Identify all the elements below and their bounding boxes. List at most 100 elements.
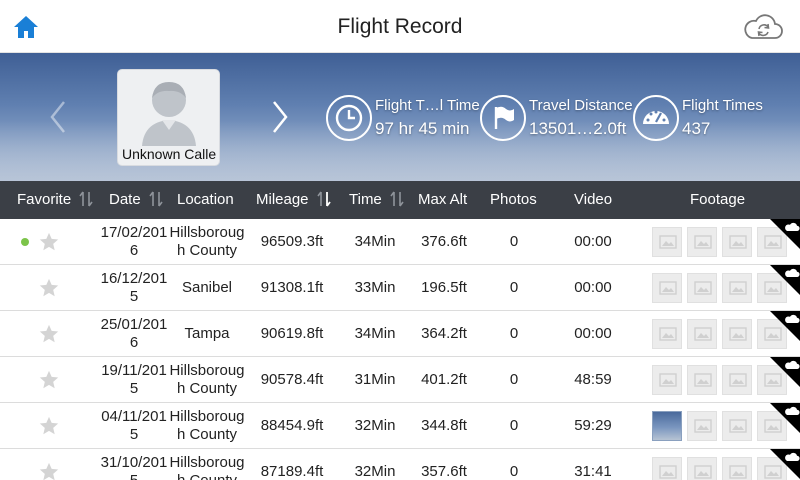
footage-thumbnail[interactable] xyxy=(687,273,717,303)
table-row[interactable]: 16/12/201 5 Sanibel 91308.1ft 33Min 196.… xyxy=(0,265,800,311)
location-line-2: h County xyxy=(176,242,238,259)
photos-cell: 0 xyxy=(509,417,519,434)
sort-descending-icon xyxy=(317,191,331,207)
footage-thumbnail[interactable] xyxy=(652,365,682,395)
table-header: Favorite Date Location Mileage Time Max … xyxy=(0,181,800,219)
footage-thumbnail[interactable] xyxy=(687,365,717,395)
image-placeholder-icon xyxy=(694,419,712,433)
max-alt-cell: 401.2ft xyxy=(421,371,467,388)
footage-thumbnail[interactable] xyxy=(652,457,682,480)
video-cell: 59:29 xyxy=(574,417,612,434)
stat-label: Travel Distance xyxy=(529,97,633,114)
image-placeholder-icon xyxy=(729,419,747,433)
max-alt-cell: 364.2ft xyxy=(421,325,467,342)
table-row[interactable]: 31/10/201 5 Hillsboroug h County 87189.4… xyxy=(0,449,800,480)
footage-thumbnail[interactable] xyxy=(652,273,682,303)
cloud-upload-corner-icon[interactable] xyxy=(770,449,800,479)
footage-thumbnail[interactable] xyxy=(722,365,752,395)
date-line-1: 17/02/201 xyxy=(100,224,168,241)
footage-photo-thumbnail[interactable] xyxy=(652,411,682,441)
date-cell: 19/11/201 5 xyxy=(99,362,169,398)
mileage-cell: 96509.3ft xyxy=(260,233,324,250)
footage-thumbnail[interactable] xyxy=(722,319,752,349)
star-icon[interactable] xyxy=(38,461,60,480)
sort-icon xyxy=(149,191,163,207)
mileage-cell: 91308.1ft xyxy=(260,279,324,296)
stat-label: Flight Times xyxy=(682,97,763,114)
next-profile-chevron-icon[interactable] xyxy=(264,98,294,136)
date-line-1: 16/12/201 xyxy=(100,270,168,287)
photos-cell: 0 xyxy=(509,279,519,296)
date-line-2: 5 xyxy=(129,426,139,443)
max-alt-cell: 357.6ft xyxy=(421,463,467,480)
cloud-upload-corner-icon[interactable] xyxy=(770,265,800,295)
footage-thumbnail[interactable] xyxy=(687,457,717,480)
flag-icon xyxy=(480,95,526,141)
footage-thumbnail[interactable] xyxy=(687,227,717,257)
image-placeholder-icon xyxy=(694,281,712,295)
footage-thumbnail[interactable] xyxy=(722,457,752,480)
footage-thumbnail[interactable] xyxy=(722,227,752,257)
star-icon[interactable] xyxy=(38,231,60,253)
cloud-upload-corner-icon[interactable] xyxy=(770,311,800,341)
date-line-1: 25/01/201 xyxy=(100,316,168,333)
cloud-upload-corner-icon[interactable] xyxy=(770,403,800,433)
top-bar: Flight Record xyxy=(0,0,800,53)
column-header-photos[interactable]: Photos xyxy=(490,181,537,219)
cloud-sync-icon[interactable] xyxy=(742,12,784,42)
mileage-cell: 88454.9ft xyxy=(260,417,324,434)
column-header-max-alt[interactable]: Max Alt xyxy=(418,181,467,219)
time-cell: 32Min xyxy=(354,463,396,480)
column-label: Video xyxy=(574,191,613,208)
avatar[interactable]: Unknown Calle xyxy=(117,69,220,166)
table-row[interactable]: 04/11/201 5 Hillsboroug h County 88454.9… xyxy=(0,403,800,449)
location-line-1: Hillsboroug xyxy=(169,408,245,425)
location-line-1: Sanibel xyxy=(181,279,233,296)
column-header-mileage[interactable]: Mileage xyxy=(256,181,331,219)
table-row[interactable]: 25/01/201 6 Tampa 90619.8ft 34Min 364.2f… xyxy=(0,311,800,357)
date-line-2: 6 xyxy=(129,334,139,351)
image-placeholder-icon xyxy=(659,373,677,387)
star-icon[interactable] xyxy=(38,323,60,345)
table-row[interactable]: 17/02/201 6 Hillsboroug h County 96509.3… xyxy=(0,219,800,265)
column-header-time[interactable]: Time xyxy=(349,181,404,219)
video-cell: 00:00 xyxy=(574,279,612,296)
location-line-2: h County xyxy=(168,472,246,480)
speedometer-icon xyxy=(633,95,679,141)
image-placeholder-icon xyxy=(729,373,747,387)
max-alt-cell: 344.8ft xyxy=(421,417,467,434)
time-cell: 34Min xyxy=(354,233,396,250)
column-label: Favorite xyxy=(17,191,72,208)
max-alt-cell: 196.5ft xyxy=(421,279,467,296)
video-cell: 00:00 xyxy=(574,233,612,250)
time-cell: 33Min xyxy=(354,279,396,296)
cloud-upload-corner-icon[interactable] xyxy=(770,357,800,387)
previous-profile-chevron-icon[interactable] xyxy=(44,98,74,136)
footage-thumbnail[interactable] xyxy=(687,411,717,441)
star-icon[interactable] xyxy=(38,277,60,299)
column-header-footage[interactable]: Footage xyxy=(690,181,745,219)
footage-thumbnail[interactable] xyxy=(687,319,717,349)
table-row[interactable]: 19/11/201 5 Hillsboroug h County 90578.4… xyxy=(0,357,800,403)
footage-thumbnail[interactable] xyxy=(652,227,682,257)
column-label: Max Alt xyxy=(418,191,468,208)
cloud-upload-corner-icon[interactable] xyxy=(770,219,800,249)
image-placeholder-icon xyxy=(694,235,712,249)
location-cell: Hillsboroug h County xyxy=(168,408,246,444)
star-icon[interactable] xyxy=(38,415,60,437)
column-label: Time xyxy=(349,191,382,208)
column-header-favorite[interactable]: Favorite xyxy=(17,181,93,219)
footage-thumbnail[interactable] xyxy=(652,319,682,349)
column-header-date[interactable]: Date xyxy=(109,181,163,219)
column-header-video[interactable]: Video xyxy=(574,181,612,219)
footage-thumbnail[interactable] xyxy=(722,273,752,303)
photos-cell: 0 xyxy=(509,371,519,388)
column-label: Photos xyxy=(490,191,537,208)
column-label: Date xyxy=(109,191,141,208)
column-header-location[interactable]: Location xyxy=(177,181,234,219)
stat-value: 437 xyxy=(682,119,711,138)
footage-thumbnail[interactable] xyxy=(722,411,752,441)
date-line-1: 19/11/201 xyxy=(101,362,167,379)
star-icon[interactable] xyxy=(38,369,60,391)
stat-value: 13501…2.0ft xyxy=(529,119,627,138)
